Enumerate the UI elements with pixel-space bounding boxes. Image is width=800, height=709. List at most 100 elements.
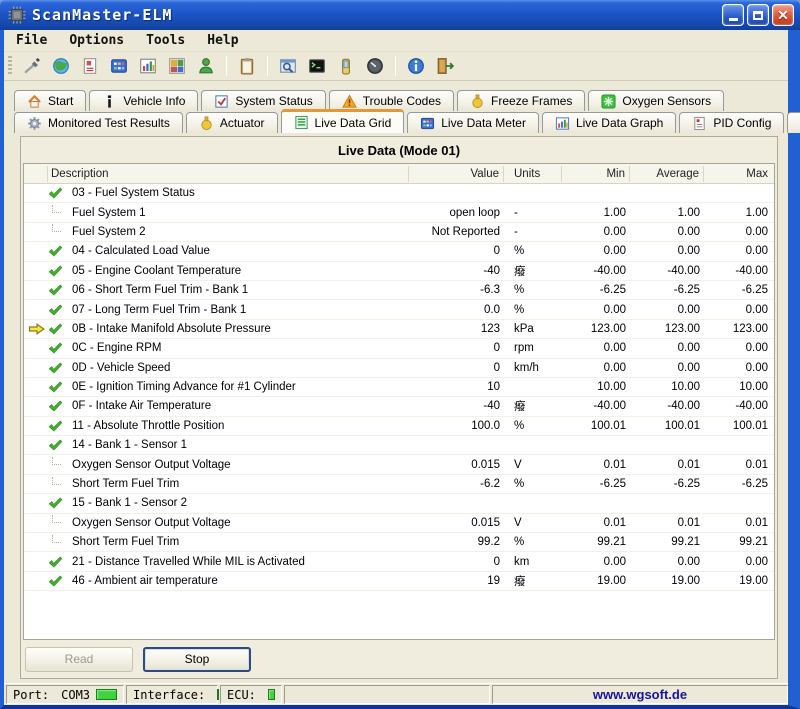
cell-description: 0B - Intake Manifold Absolute Pressure: [70, 323, 409, 335]
cell-units: km/h: [504, 362, 562, 374]
tab-row-2: Monitored Test ResultsActuatorLive Data …: [14, 111, 788, 133]
column-header-average[interactable]: Average: [630, 166, 704, 182]
table-row[interactable]: Short Term Fuel Trim99.2%99.2199.2199.21: [24, 533, 774, 552]
cell-value: 10: [409, 381, 504, 393]
toolbar-button-user[interactable]: [194, 54, 218, 78]
toolbar-button-connect[interactable]: [20, 54, 44, 78]
tab-system-status[interactable]: System Status: [201, 90, 325, 111]
tab-oxygen-sensors[interactable]: Oxygen Sensors: [588, 90, 724, 111]
cell-value: -40: [409, 400, 504, 412]
table-row[interactable]: 46 - Ambient air temperature19癈19.0019.0…: [24, 572, 774, 591]
table-row[interactable]: Oxygen Sensor Output Voltage0.015V0.010.…: [24, 455, 774, 474]
table-row[interactable]: 05 - Engine Coolant Temperature-40癈-40.0…: [24, 262, 774, 281]
table-row[interactable]: 11 - Absolute Throttle Position100.0%100…: [24, 417, 774, 436]
column-header-units[interactable]: Units: [504, 166, 562, 182]
table-row[interactable]: 04 - Calculated Load Value0%0.000.000.00: [24, 242, 774, 261]
cell-units: %: [504, 245, 562, 257]
minimize-button[interactable]: [722, 4, 744, 26]
cell-value: -40: [409, 265, 504, 277]
toolbar-button-exit[interactable]: [433, 54, 457, 78]
toolbar-button-globe[interactable]: [49, 54, 73, 78]
tab-live-data-meter[interactable]: Live Data Meter: [407, 112, 539, 133]
cell-max: 10.00: [704, 381, 774, 393]
cell-units: km: [504, 556, 562, 568]
table-row[interactable]: 0B - Intake Manifold Absolute Pressure12…: [24, 320, 774, 339]
tab-trouble-codes[interactable]: Trouble Codes: [329, 90, 454, 111]
toolbar-button-search[interactable]: [276, 54, 300, 78]
cell-description: Oxygen Sensor Output Voltage: [70, 459, 409, 471]
table-row[interactable]: Oxygen Sensor Output Voltage0.015V0.010.…: [24, 514, 774, 533]
table-row[interactable]: 03 - Fuel System Status: [24, 184, 774, 203]
toolbar-separator: [395, 56, 396, 76]
table-row[interactable]: Short Term Fuel Trim-6.2%-6.25-6.25-6.25: [24, 475, 774, 494]
tab-row-1: Start Vehicle InfoSystem StatusTrouble Co…: [14, 89, 788, 111]
check-icon: [48, 556, 63, 568]
tab-freeze-frames[interactable]: Freeze Frames: [457, 90, 585, 111]
tab-vehicle-info[interactable]: Vehicle Info: [89, 90, 198, 111]
cell-min: 99.21: [562, 536, 630, 548]
column-header-max[interactable]: Max: [704, 166, 774, 182]
toolbar-button-chart[interactable]: [136, 54, 160, 78]
maximize-button[interactable]: [747, 4, 769, 26]
cell-units: 癈: [504, 573, 562, 589]
cell-average: 0.00: [630, 556, 704, 568]
toolbar-button-info[interactable]: [404, 54, 428, 78]
cell-average: 0.00: [630, 304, 704, 316]
menu-item-file[interactable]: File: [14, 32, 49, 49]
menu-item-tools[interactable]: Tools: [144, 32, 187, 49]
table-row[interactable]: 0F - Intake Air Temperature-40癈-40.00-40…: [24, 397, 774, 416]
website-link[interactable]: www.wgsoft.de: [593, 687, 687, 702]
tab-label: Start: [48, 94, 73, 108]
column-header-min[interactable]: Min: [562, 166, 630, 182]
cell-value: 123: [409, 323, 504, 335]
toolbar-button-grid[interactable]: [107, 54, 131, 78]
toolbar-button-report[interactable]: [78, 54, 102, 78]
cell-status: [48, 205, 70, 220]
tab-start[interactable]: Start: [14, 90, 86, 111]
toolbar-button-battery[interactable]: [334, 54, 358, 78]
table-row[interactable]: 15 - Bank 1 - Sensor 2: [24, 494, 774, 513]
image-icon: [168, 57, 186, 75]
table-row[interactable]: 21 - Distance Travelled While MIL is Act…: [24, 552, 774, 571]
column-header-description[interactable]: Description: [48, 166, 409, 182]
read-button[interactable]: Read: [25, 647, 133, 672]
tab-live-data-grid[interactable]: Live Data Grid: [281, 109, 405, 133]
column-header-value[interactable]: Value: [409, 166, 504, 182]
port-led-indicator: [96, 689, 117, 700]
cell-description: 05 - Engine Coolant Temperature: [70, 265, 409, 277]
tab-actuator[interactable]: Actuator: [186, 112, 278, 133]
cell-status: [48, 556, 70, 568]
table-row[interactable]: 14 - Bank 1 - Sensor 1: [24, 436, 774, 455]
check-icon: [48, 342, 63, 354]
cell-value: 99.2: [409, 536, 504, 548]
menu-item-help[interactable]: Help: [205, 32, 240, 49]
tab-monitored-test-results[interactable]: Monitored Test Results: [14, 112, 183, 133]
tab-power[interactable]: Power: [787, 112, 800, 133]
cell-min: -40.00: [562, 400, 630, 412]
tab-pid-config[interactable]: PID Config: [679, 112, 784, 133]
table-row[interactable]: 07 - Long Term Fuel Trim - Bank 10.0%0.0…: [24, 300, 774, 319]
cell-average: 19.00: [630, 575, 704, 587]
stop-button[interactable]: Stop: [143, 647, 251, 672]
table-row[interactable]: Fuel System 1open loop-1.001.001.00: [24, 203, 774, 222]
table-row[interactable]: Fuel System 2Not Reported-0.000.000.00: [24, 223, 774, 242]
table-row[interactable]: 0D - Vehicle Speed0km/h0.000.000.00: [24, 359, 774, 378]
toolbar-button-image[interactable]: [165, 54, 189, 78]
toolbar-button-gauge[interactable]: [363, 54, 387, 78]
close-button[interactable]: ✕: [772, 4, 794, 26]
tab-live-data-graph[interactable]: Live Data Graph: [542, 112, 676, 133]
cell-status: [48, 284, 70, 296]
cell-status: [48, 362, 70, 374]
live-data-panel: Live Data (Mode 01) Description Value Un…: [20, 136, 778, 679]
table-row[interactable]: 0C - Engine RPM0rpm0.000.000.00: [24, 339, 774, 358]
app-window: ScanMaster-ELM ✕ FileOptionsToolsHelp St…: [0, 0, 800, 709]
check-icon: [48, 265, 63, 277]
tree-elbow-icon: [52, 515, 61, 523]
cell-status: [48, 477, 70, 492]
table-row[interactable]: 0E - Ignition Timing Advance for #1 Cyli…: [24, 378, 774, 397]
toolbar-button-clipboard[interactable]: [235, 54, 259, 78]
cell-status: [48, 439, 70, 451]
table-row[interactable]: 06 - Short Term Fuel Trim - Bank 1-6.3%-…: [24, 281, 774, 300]
toolbar-button-terminal[interactable]: [305, 54, 329, 78]
menu-item-options[interactable]: Options: [67, 32, 126, 49]
